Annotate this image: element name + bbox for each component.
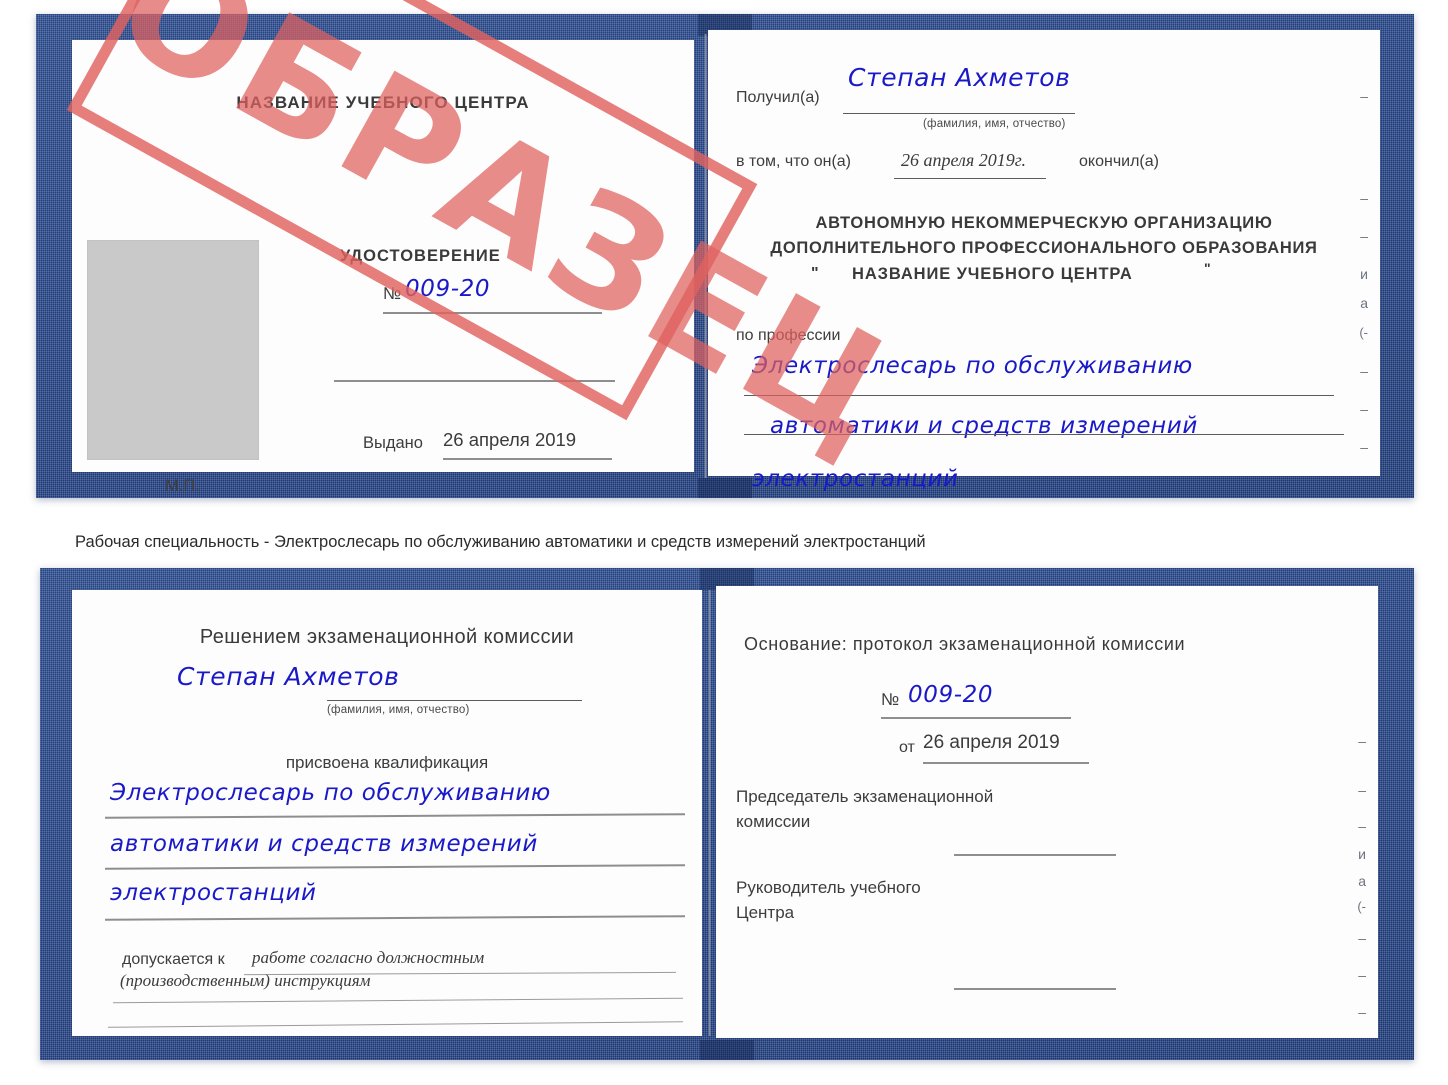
issued-label: Выдано <box>363 434 423 452</box>
bottom-right-page: Основание: протокол экзаменационной коми… <box>716 586 1378 1038</box>
received-label: Получил(а) <box>736 89 820 106</box>
admitted-label: допускается к <box>122 951 225 968</box>
bleed-mark: а <box>1358 873 1366 889</box>
org-quote-close: " <box>1204 260 1212 276</box>
spine-tab-bottom <box>700 1040 754 1060</box>
bleed-mark: – <box>1358 818 1366 834</box>
qualification-line-1: Электрослесарь по обслуживанию <box>110 780 551 806</box>
bleed-mark: (- <box>1357 899 1366 914</box>
bleed-mark: и <box>1358 846 1366 862</box>
graduate-name-rule <box>327 700 582 702</box>
in-that-label: в том, что он(а) <box>736 153 851 170</box>
bleed-mark: а <box>1360 295 1368 311</box>
photo-placeholder <box>87 240 259 460</box>
bleed-mark: – <box>1360 439 1368 455</box>
top-left-page: НАЗВАНИЕ УЧЕБНОГО ЦЕНТРА УДОСТОВЕРЕНИЕ №… <box>72 40 694 495</box>
commission-decision-heading: Решением экзаменационной комиссии <box>199 626 575 648</box>
seal-label: М.П. <box>165 477 200 495</box>
head-line-2: Центра <box>736 903 795 922</box>
recipient-rule <box>843 113 1075 115</box>
spine-tab-bottom <box>698 478 752 498</box>
chairman-line-1: Председатель экзаменационной <box>736 787 994 806</box>
qualification-line-3: электростанций <box>110 880 317 906</box>
profession-label: по профессии <box>736 327 841 344</box>
admitted-rule-2 <box>113 997 683 1004</box>
issued-rule <box>443 458 612 460</box>
certificate-number-value: 009-20 <box>405 276 491 302</box>
profession-rule-2 <box>744 434 1344 436</box>
completion-date-value: 26 апреля 2019г. <box>901 150 1027 170</box>
image-caption: Рабочая специальность - Электрослесарь п… <box>75 533 926 551</box>
bleed-mark: – <box>1358 930 1366 946</box>
document-type-label: УДОСТОВЕРЕНИЕ <box>340 247 501 265</box>
recipient-name-value: Степан Ахметов <box>848 63 1071 92</box>
qualification-rule-1 <box>105 813 685 819</box>
bleed-mark: (- <box>1359 325 1368 340</box>
protocol-date-label: от <box>899 739 915 756</box>
blank-rule-1 <box>334 380 615 382</box>
org-name: НАЗВАНИЕ УЧЕБНОГО ЦЕНТРА <box>852 265 1133 283</box>
screenshot-root: НАЗВАНИЕ УЧЕБНОГО ЦЕНТРА УДОСТОВЕРЕНИЕ №… <box>0 0 1448 1085</box>
protocol-date-rule <box>923 762 1089 764</box>
bleed-mark: – <box>1358 1004 1366 1020</box>
chairman-signature-rule <box>954 854 1116 856</box>
book-gutter-top <box>704 34 707 478</box>
basis-label: Основание: протокол экзаменационной коми… <box>744 634 1186 654</box>
org-quote-open: " <box>811 265 820 282</box>
org-line-2: ДОПОЛНИТЕЛЬНОГО ПРОФЕССИОНАЛЬНОГО ОБРАЗО… <box>770 239 1318 257</box>
graduate-name-value: Степан Ахметов <box>177 662 400 691</box>
finished-label: окончил(а) <box>1079 153 1159 170</box>
protocol-number-value: 009-20 <box>908 682 994 708</box>
training-center-title: НАЗВАНИЕ УЧЕБНОГО ЦЕНТРА <box>236 93 530 112</box>
protocol-number-label: № <box>881 690 900 709</box>
qualification-rule-2 <box>105 864 685 870</box>
certificate-booklet-bottom: Решением экзаменационной комиссии Степан… <box>40 568 1414 1060</box>
bleed-mark: – <box>1360 363 1368 379</box>
protocol-number-rule <box>881 717 1071 719</box>
fio-hint-bottom: (фамилия, имя, отчество) <box>327 704 470 716</box>
book-gutter-bottom <box>708 590 711 1036</box>
admitted-rule-3 <box>108 1021 683 1029</box>
head-signature-rule <box>954 988 1116 990</box>
completion-date-rule <box>894 178 1046 180</box>
profession-rule-1 <box>744 395 1334 397</box>
profession-line-1: Электрослесарь по обслуживанию <box>752 353 1193 379</box>
bleed-mark: – <box>1358 967 1366 983</box>
admitted-value-line-1: работе согласно должностным <box>252 948 485 967</box>
chairman-line-2: комиссии <box>736 812 811 831</box>
protocol-date-value: 26 апреля 2019 <box>923 732 1060 753</box>
qualification-rule-3 <box>105 915 685 921</box>
qualification-label: присвоена квалификация <box>285 753 489 772</box>
head-line-1: Руководитель учебного <box>736 878 921 897</box>
number-sign-label: № <box>383 284 402 303</box>
top-right-page: Получил(а) Степан Ахметов (фамилия, имя,… <box>708 30 1380 492</box>
bottom-left-page: Решением экзаменационной комиссии Степан… <box>72 590 702 1036</box>
certificate-booklet-top: НАЗВАНИЕ УЧЕБНОГО ЦЕНТРА УДОСТОВЕРЕНИЕ №… <box>36 14 1414 498</box>
fio-hint-top: (фамилия, имя, отчество) <box>923 118 1066 130</box>
bleed-mark: – <box>1360 228 1368 244</box>
issued-date-value: 26 апреля 2019 <box>443 429 577 450</box>
bleed-mark: – <box>1360 401 1368 417</box>
org-line-1: АВТОНОМНУЮ НЕКОММЕРЧЕСКУЮ ОРГАНИЗАЦИЮ <box>815 214 1273 232</box>
bleed-mark: – <box>1358 733 1366 749</box>
bleed-mark: – <box>1360 88 1368 104</box>
number-rule <box>383 312 602 314</box>
profession-line-3: электростанций <box>752 466 959 492</box>
qualification-line-2: автоматики и средств измерений <box>110 831 538 857</box>
admitted-value-line-2: (производственным) инструкциям <box>120 971 371 990</box>
bleed-mark: – <box>1360 190 1368 206</box>
bleed-mark: и <box>1360 266 1368 282</box>
bleed-mark: – <box>1358 782 1366 798</box>
